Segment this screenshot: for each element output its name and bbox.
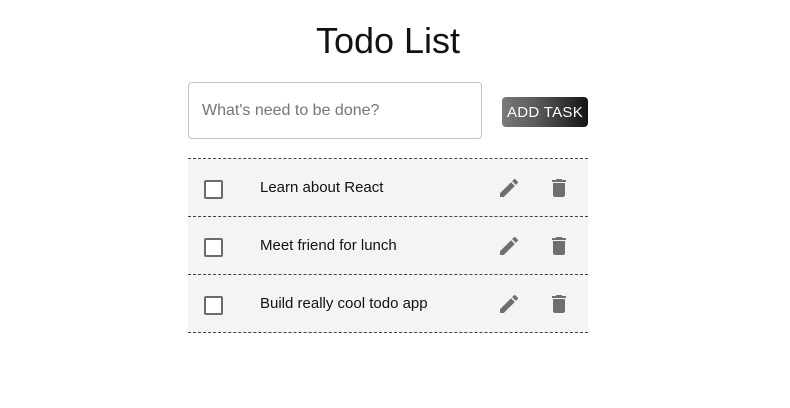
todo-checkbox[interactable] [204, 180, 223, 199]
todo-list: Learn about React Meet friend for lunch … [188, 158, 588, 333]
new-task-input[interactable] [188, 82, 482, 139]
pencil-icon[interactable] [496, 291, 522, 317]
todo-checkbox[interactable] [204, 238, 223, 257]
pencil-icon[interactable] [496, 233, 522, 259]
todo-text: Build really cool todo app [260, 295, 428, 312]
todo-item: Learn about React [188, 159, 588, 217]
trash-icon[interactable] [546, 291, 572, 317]
pencil-icon[interactable] [496, 175, 522, 201]
todo-item: Meet friend for lunch [188, 217, 588, 275]
trash-icon[interactable] [546, 233, 572, 259]
trash-icon[interactable] [546, 175, 572, 201]
page-title: Todo List [315, 20, 461, 61]
todo-checkbox[interactable] [204, 296, 223, 315]
todo-text: Meet friend for lunch [260, 237, 397, 254]
todo-text: Learn about React [260, 179, 384, 196]
todo-item: Build really cool todo app [188, 275, 588, 333]
todo-app: Todo List ADD TASK Learn about React Mee… [0, 0, 790, 408]
add-task-button[interactable]: ADD TASK [502, 97, 588, 127]
